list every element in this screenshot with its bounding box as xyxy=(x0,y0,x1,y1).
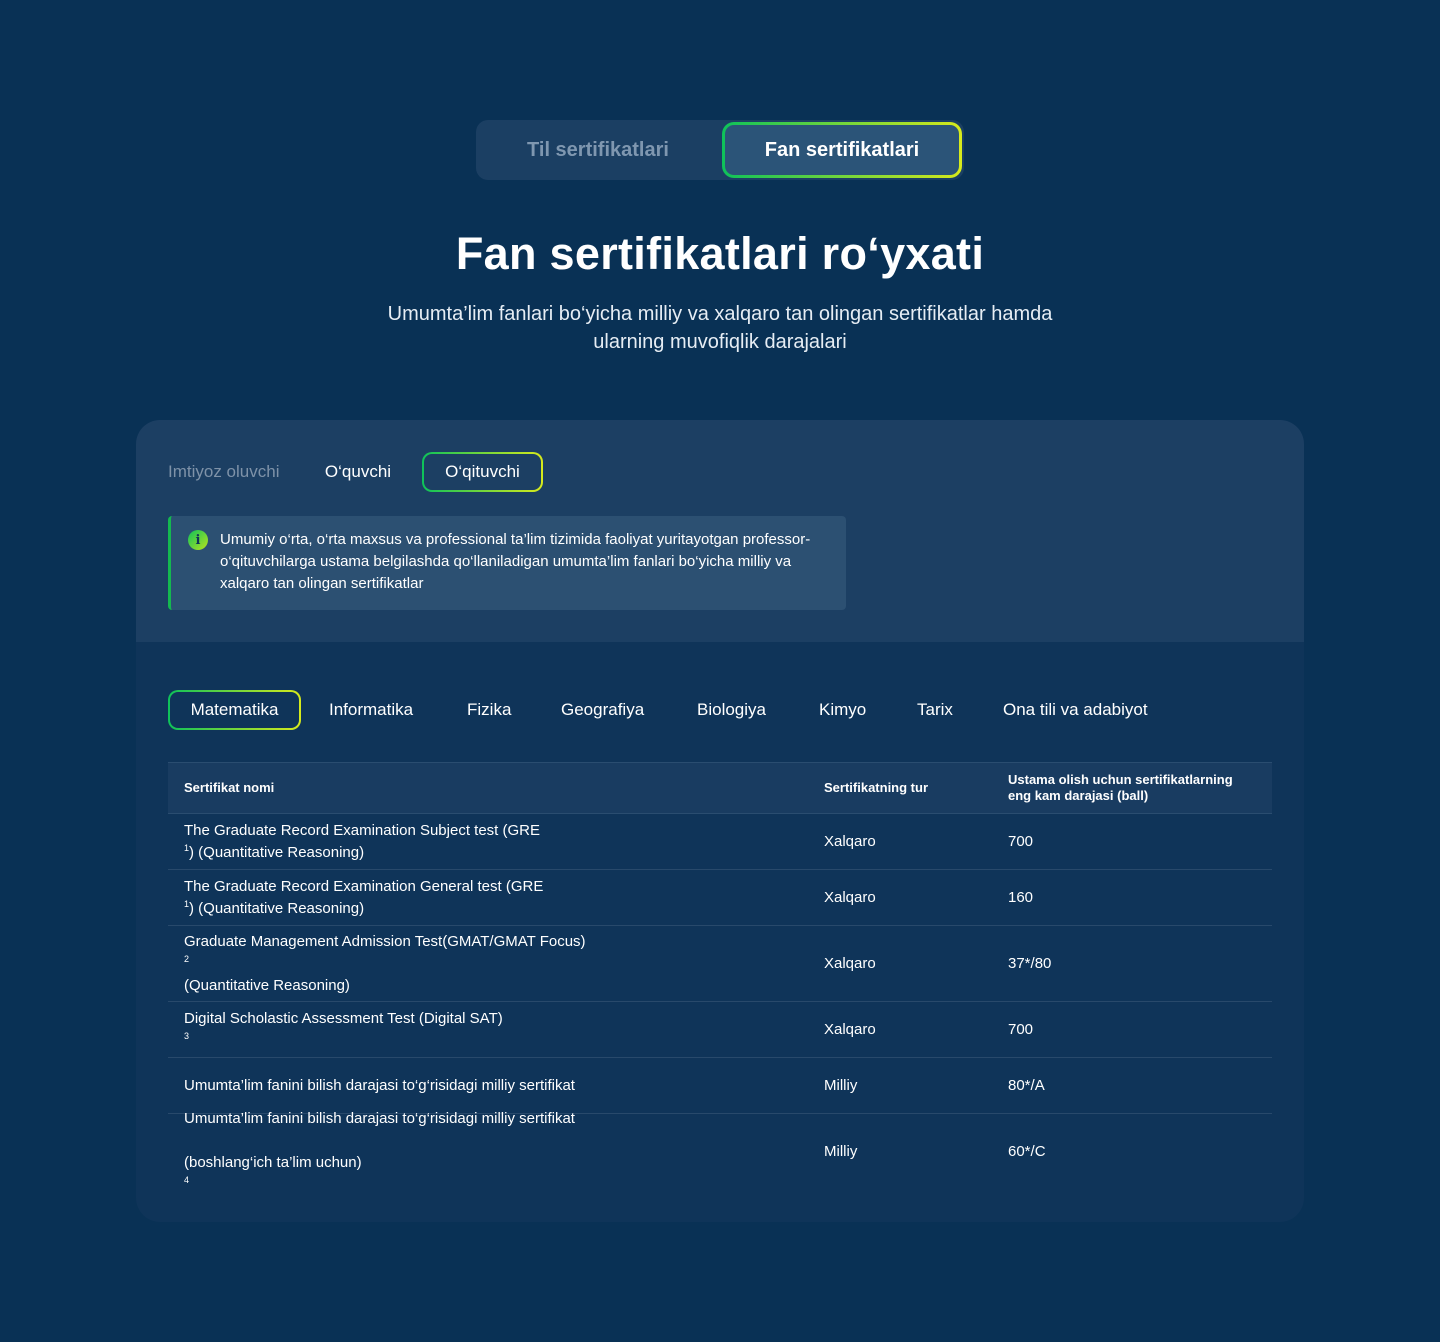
cell-certificate-name: Digital Scholastic Assessment Test (Digi… xyxy=(184,1009,503,1041)
card-header: Imtiyoz oluvchi O‘quvchi O‘qituvchi i Um… xyxy=(136,420,1304,642)
cell-certificate-name: The Graduate Record Examination Subject … xyxy=(184,821,541,861)
role-tab-imtiyoz-oluvchi[interactable]: Imtiyoz oluvchi xyxy=(168,452,298,492)
page-title: Fan sertifikatlari ro‘yxati xyxy=(455,228,985,279)
subject-tab-tarix[interactable]: Tarix xyxy=(917,690,953,730)
cell-certificate-name: Graduate Management Admission Test(GMAT/… xyxy=(184,932,586,994)
cell-certificate-name: Umumta’lim fanini bilish darajasi to‘g‘r… xyxy=(184,1110,575,1185)
table-header: Sertifikat nomi Sertifikatning tur Ustam… xyxy=(168,762,1272,814)
cell-certificate-type: Xalqaro xyxy=(824,832,876,850)
cell-certificate-type: Xalqaro xyxy=(824,954,876,972)
subject-tab-matematika[interactable]: Matematika xyxy=(168,690,301,730)
table-row: Digital Scholastic Assessment Test (Digi… xyxy=(168,1002,1272,1058)
subject-tab-geografiya[interactable]: Geografiya xyxy=(561,690,644,730)
cell-min-score: 60*/C xyxy=(1008,1143,1046,1160)
cell-certificate-type: Milliy xyxy=(824,1143,858,1160)
cell-certificate-type: Xalqaro xyxy=(824,1020,876,1038)
subject-tab-kimyo[interactable]: Kimyo xyxy=(819,690,866,730)
tab-til-sertifikatlari[interactable]: Til sertifikatlari xyxy=(476,122,720,178)
certificates-card: Imtiyoz oluvchi O‘quvchi O‘qituvchi i Um… xyxy=(136,420,1304,1222)
cell-certificate-type: Xalqaro xyxy=(824,888,876,906)
info-text: Umumiy o‘rta, o‘rta maxsus va profession… xyxy=(220,531,811,592)
column-header-type: Sertifikatning tur xyxy=(824,780,929,795)
cell-min-score: 80*/A xyxy=(1008,1076,1045,1094)
cell-min-score: 37*/80 xyxy=(1008,954,1052,972)
cell-min-score: 160 xyxy=(1008,888,1034,906)
subject-tab-ona-tili[interactable]: Ona tili va adabiyot xyxy=(1003,690,1148,730)
cell-min-score: 700 xyxy=(1008,832,1034,850)
subject-tab-informatika[interactable]: Informatika xyxy=(329,690,413,730)
column-header-name: Sertifikat nomi xyxy=(184,780,275,795)
subject-tab-fizika[interactable]: Fizika xyxy=(467,690,511,730)
table-row: Graduate Management Admission Test(GMAT/… xyxy=(168,926,1272,1002)
cell-certificate-name: Umumta’lim fanini bilish darajasi to‘g‘r… xyxy=(184,1076,575,1094)
table-row: The Graduate Record Examination General … xyxy=(168,870,1272,926)
info-icon: i xyxy=(188,530,208,550)
cell-min-score: 700 xyxy=(1008,1020,1034,1038)
table-row: Umumta’lim fanini bilish darajasi to‘g‘r… xyxy=(168,1058,1272,1114)
certificate-category-tabs: Til sertifikatlari Fan sertifikatlari xyxy=(476,120,964,180)
certificates-table: Sertifikat nomi Sertifikatning tur Ustam… xyxy=(168,762,1272,1190)
tab-fan-sertifikatlari[interactable]: Fan sertifikatlari xyxy=(722,122,962,178)
cell-certificate-type: Milliy xyxy=(824,1076,858,1094)
page-subtitle: Umumta’lim fanlari bo‘yicha milliy va xa… xyxy=(387,303,1053,353)
subject-tab-biologiya[interactable]: Biologiya xyxy=(697,690,766,730)
role-tab-oquvchi[interactable]: O‘quvchi xyxy=(308,452,408,492)
cell-certificate-name: The Graduate Record Examination General … xyxy=(184,877,544,917)
info-notice: i Umumiy o‘rta, o‘rta maxsus va professi… xyxy=(168,516,846,610)
role-tab-oqituvchi[interactable]: O‘qituvchi xyxy=(422,452,543,492)
column-header-min-score: Ustama olish uchun sertifikatlarning eng… xyxy=(1008,772,1233,803)
table-row: Umumta’lim fanini bilish darajasi to‘g‘r… xyxy=(168,1110,1272,1190)
table-row: The Graduate Record Examination Subject … xyxy=(168,814,1272,870)
